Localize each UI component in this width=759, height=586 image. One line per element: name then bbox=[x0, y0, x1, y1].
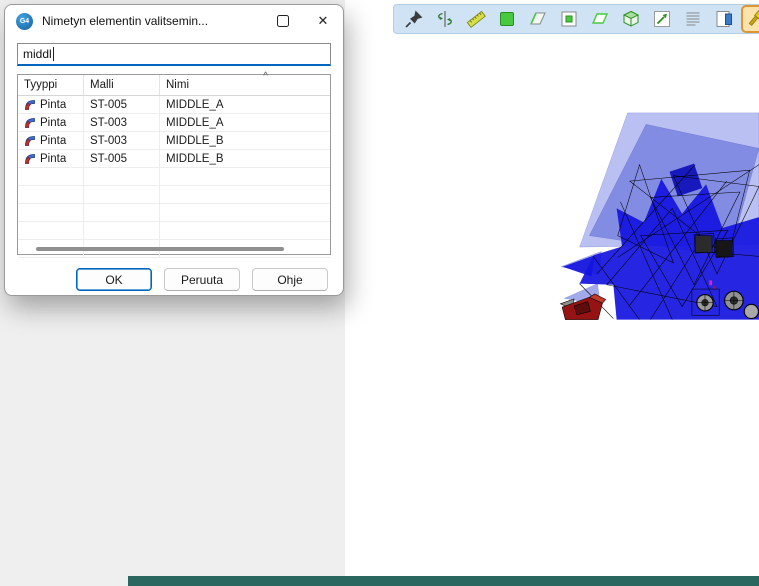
dialog-title: Nimetyn elementin valitsemin... bbox=[42, 14, 263, 28]
cell-model: ST-005 bbox=[90, 99, 127, 111]
cell-name: MIDDLE_A bbox=[166, 117, 224, 129]
cell-model: ST-003 bbox=[90, 117, 127, 129]
text-caret bbox=[53, 47, 54, 61]
empty-row bbox=[18, 222, 330, 240]
model-scene[interactable] bbox=[345, 0, 759, 320]
work-plane-tool-button[interactable] bbox=[557, 7, 581, 31]
table-row[interactable]: Pinta ST-003 MIDDLE_B bbox=[18, 132, 330, 150]
maximize-icon bbox=[277, 15, 289, 27]
spotlight-tool-button[interactable] bbox=[743, 7, 759, 31]
empty-row bbox=[18, 168, 330, 186]
cell-name: MIDDLE_A bbox=[166, 99, 224, 111]
sort-indicator-icon[interactable]: ^ bbox=[263, 72, 268, 82]
surface-icon bbox=[24, 135, 36, 147]
flip-direction-icon bbox=[434, 8, 456, 30]
table-row[interactable]: Pinta ST-003 MIDDLE_A bbox=[18, 114, 330, 132]
column-header-type[interactable]: Tyyppi bbox=[18, 75, 84, 95]
grid-plane-icon bbox=[589, 8, 611, 30]
filter-input-value: middl bbox=[23, 47, 52, 61]
view-plane-tool-button[interactable] bbox=[526, 7, 550, 31]
create-surface-tool-button[interactable] bbox=[495, 7, 519, 31]
dialog-titlebar[interactable]: G4 Nimetyn elementin valitsemin... ✕ bbox=[5, 5, 343, 37]
view-plane-icon bbox=[527, 8, 549, 30]
surface-icon bbox=[24, 99, 36, 111]
grid-plane-tool-button[interactable] bbox=[588, 7, 612, 31]
model-viewport[interactable] bbox=[345, 0, 759, 586]
green-square-icon bbox=[496, 8, 518, 30]
viewport-bottom-edge bbox=[128, 576, 759, 586]
measure-tool-button[interactable] bbox=[464, 7, 488, 31]
solid-cube-tool-button[interactable] bbox=[619, 7, 643, 31]
move-object-tool-button[interactable] bbox=[650, 7, 674, 31]
empty-row bbox=[18, 204, 330, 222]
move-arrow-icon bbox=[651, 8, 673, 30]
cell-type: Pinta bbox=[40, 135, 66, 147]
pin-icon bbox=[403, 8, 425, 30]
cell-name: MIDDLE_B bbox=[166, 135, 224, 147]
drawing-sheet-icon bbox=[713, 8, 735, 30]
spotlight-icon bbox=[744, 8, 759, 30]
cell-name: MIDDLE_B bbox=[166, 153, 224, 165]
ruler-icon bbox=[465, 8, 487, 30]
drawing-layout-tool-button[interactable] bbox=[712, 7, 736, 31]
surface-icon bbox=[24, 153, 36, 165]
table-row[interactable]: Pinta ST-005 MIDDLE_A bbox=[18, 96, 330, 114]
results-table: ^ Tyyppi Malli Nimi Pinta ST-005 MIDDLE_… bbox=[17, 74, 331, 255]
cell-model: ST-005 bbox=[90, 153, 127, 165]
list-lines-icon bbox=[682, 8, 704, 30]
report-list-tool-button[interactable] bbox=[681, 7, 705, 31]
cell-type: Pinta bbox=[40, 99, 66, 111]
named-element-select-dialog: G4 Nimetyn elementin valitsemin... ✕ mid… bbox=[4, 4, 344, 296]
app-icon: G4 bbox=[16, 13, 33, 30]
snapshot-toolbar bbox=[393, 4, 759, 34]
maximize-button[interactable] bbox=[263, 6, 303, 37]
cell-type: Pinta bbox=[40, 153, 66, 165]
pin-tool-button[interactable] bbox=[402, 7, 426, 31]
empty-row bbox=[18, 186, 330, 204]
flip-direction-tool-button[interactable] bbox=[433, 7, 457, 31]
work-plane-icon bbox=[558, 8, 580, 30]
ok-button[interactable]: OK bbox=[76, 268, 152, 291]
cube-icon bbox=[620, 8, 642, 30]
cancel-button[interactable]: Peruuta bbox=[164, 268, 240, 291]
column-header-name[interactable]: Nimi bbox=[160, 75, 330, 95]
close-button[interactable]: ✕ bbox=[303, 6, 343, 37]
dialog-buttons: OK Peruuta Ohje bbox=[5, 268, 328, 291]
filter-input[interactable]: middl bbox=[17, 43, 331, 66]
column-header-model[interactable]: Malli bbox=[84, 75, 160, 95]
table-row[interactable]: Pinta ST-005 MIDDLE_B bbox=[18, 150, 330, 168]
horizontal-scrollbar[interactable] bbox=[36, 247, 284, 251]
help-button[interactable]: Ohje bbox=[252, 268, 328, 291]
cell-model: ST-003 bbox=[90, 135, 127, 147]
table-header-row: Tyyppi Malli Nimi bbox=[18, 75, 330, 96]
cell-type: Pinta bbox=[40, 117, 66, 129]
surface-icon bbox=[24, 117, 36, 129]
close-icon: ✕ bbox=[318, 13, 329, 29]
